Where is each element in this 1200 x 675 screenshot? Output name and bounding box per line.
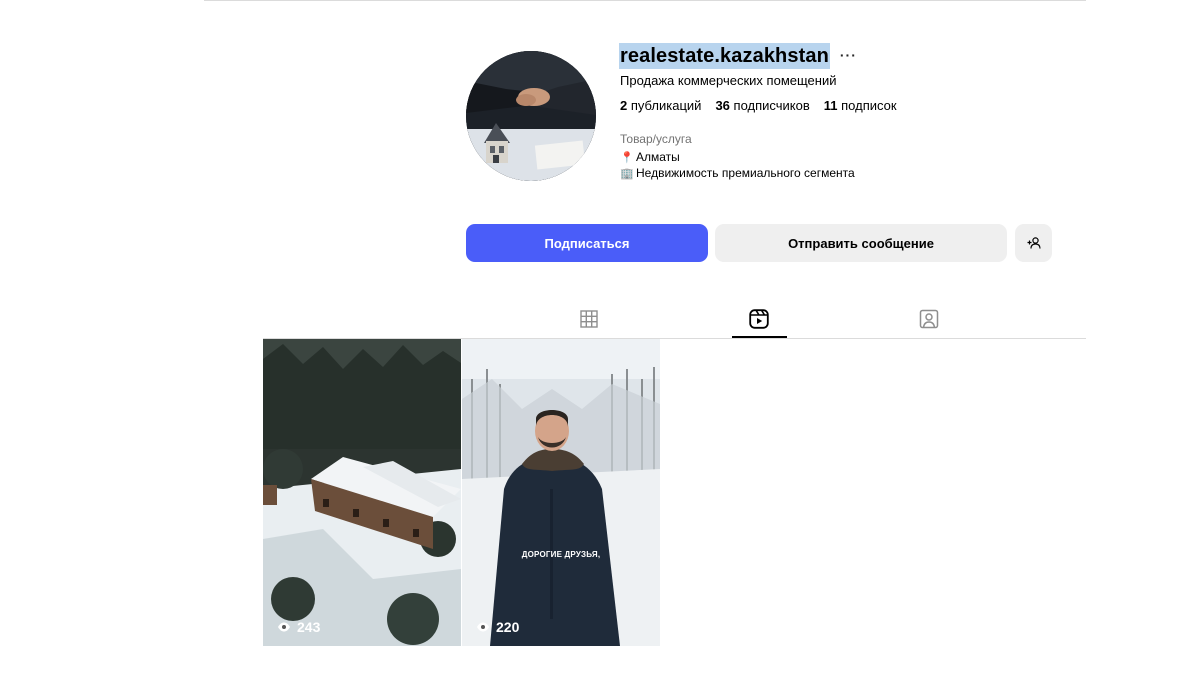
pin-icon: 📍 — [620, 151, 634, 164]
more-options-button[interactable]: ··· — [840, 48, 857, 62]
followers-count[interactable]: 36 подписчиков — [715, 98, 809, 113]
bio-description: 🏢 Недвижимость премиального сегмента — [620, 166, 855, 180]
eye-icon — [278, 622, 290, 632]
bio-location: 📍 Алматы — [620, 150, 680, 164]
bio-location-text: Алматы — [636, 150, 680, 164]
profile-tabs — [504, 300, 1014, 338]
view-count-value: 220 — [496, 619, 520, 635]
view-count: 243 — [277, 619, 320, 635]
reel-caption: ДОРОГИЕ ДРУЗЬЯ, — [521, 550, 601, 559]
suggest-similar-button[interactable] — [1015, 224, 1052, 262]
following-count-label: подписок — [841, 98, 897, 113]
reels-icon — [749, 309, 769, 329]
followers-count-label: подписчиков — [733, 98, 810, 113]
tab-reels[interactable] — [731, 300, 787, 338]
followers-count-value: 36 — [715, 98, 730, 113]
tagged-icon — [919, 309, 939, 329]
posts-count-label: публикаций — [630, 98, 702, 113]
username-row: realestate.kazakhstan ··· — [619, 42, 857, 70]
reel-thumbnail[interactable]: ДОРОГИЕ ДРУЗЬЯ, 220 — [462, 339, 660, 646]
top-divider — [204, 0, 1086, 1]
tab-tagged[interactable] — [901, 300, 957, 338]
profile-stats: 2 публикаций 36 подписчиков 11 подписок — [620, 98, 911, 113]
posts-count[interactable]: 2 публикаций — [620, 98, 701, 113]
posts-count-value: 2 — [620, 98, 628, 113]
building-icon: 🏢 — [620, 167, 634, 180]
avatar-image — [466, 51, 596, 181]
grid-icon — [580, 310, 598, 328]
reel-image-aerial-house — [263, 339, 461, 646]
send-message-button[interactable]: Отправить сообщение — [715, 224, 1007, 262]
view-count: 220 — [476, 619, 519, 635]
add-user-icon — [1027, 237, 1041, 249]
reel-image-speaker — [462, 339, 660, 646]
eye-icon — [477, 622, 489, 632]
follow-button[interactable]: Подписаться — [466, 224, 708, 262]
following-count[interactable]: 11 подписок — [824, 98, 897, 113]
view-count-value: 243 — [297, 619, 321, 635]
profile-username[interactable]: realestate.kazakhstan — [619, 43, 830, 69]
bio-title: Продажа коммерческих помещений — [620, 73, 837, 88]
bio-description-text: Недвижимость премиального сегмента — [636, 166, 855, 180]
profile-avatar[interactable] — [466, 51, 596, 181]
profile-category: Товар/услуга — [620, 132, 692, 146]
tab-posts[interactable] — [561, 300, 617, 338]
following-count-value: 11 — [823, 98, 838, 113]
reel-thumbnail[interactable]: 243 — [263, 339, 461, 646]
